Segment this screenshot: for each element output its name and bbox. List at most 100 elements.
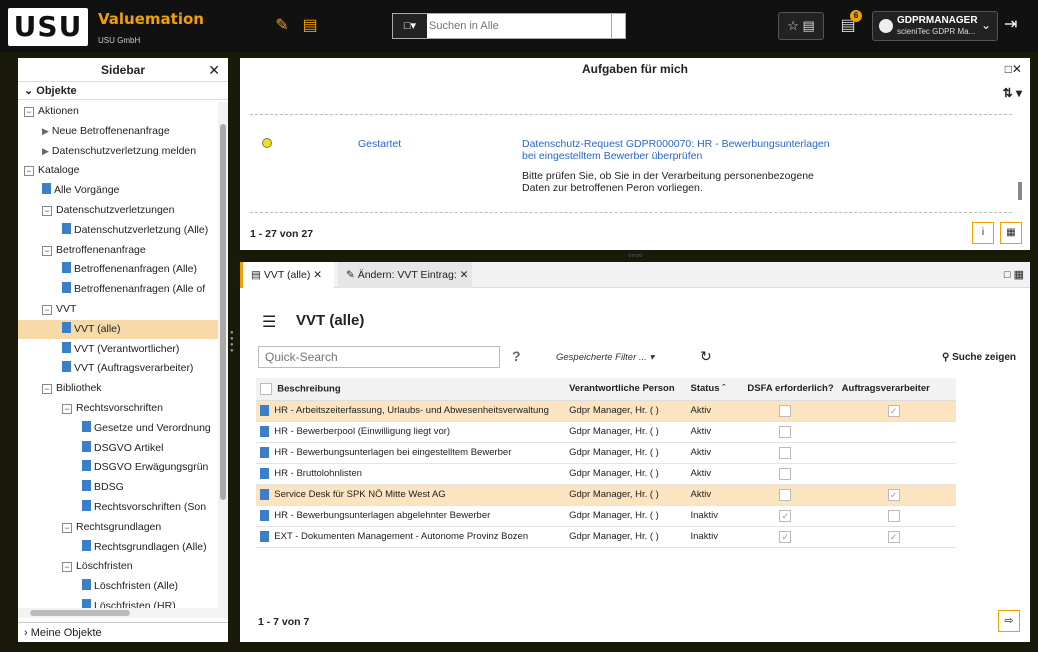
dsfa-checkbox[interactable]: ✓	[779, 530, 792, 543]
sidebar-item[interactable]: Löschfristen (Alle)	[18, 577, 218, 596]
collapse-icon[interactable]: −	[24, 107, 34, 117]
dsfa-checkbox[interactable]	[779, 488, 792, 501]
sidebar-item[interactable]: Gesetze und Verordnung	[18, 419, 218, 438]
sidebar-item[interactable]: − Rechtsvorschriften	[18, 399, 218, 418]
cell-person[interactable]: Gdpr Manager, Hr. ( )	[565, 526, 687, 548]
sidebar-splitter[interactable]: ● ● ● ●	[230, 330, 236, 360]
dsfa-checkbox[interactable]: ✓	[779, 509, 792, 522]
info-button[interactable]: i	[972, 222, 994, 244]
logout-icon[interactable]: ⇥	[1004, 14, 1017, 34]
sidebar-item[interactable]: − Kataloge	[18, 161, 218, 180]
cell-status[interactable]: Aktiv	[686, 463, 744, 485]
cell-person[interactable]: Gdpr Manager, Hr. ( )	[565, 442, 687, 464]
sidebar-item[interactable]: Rechtsgrundlagen (Alle)	[18, 538, 218, 557]
cell-beschreibung[interactable]: HR - Bewerbungsunterlagen abgelehnter Be…	[256, 505, 566, 527]
search-button[interactable]	[611, 14, 625, 38]
cell-person[interactable]: Gdpr Manager, Hr. ( )	[565, 421, 687, 443]
dashboard-icon[interactable]: ✎	[272, 16, 292, 36]
dsfa-checkbox[interactable]	[779, 467, 792, 480]
av-checkbox[interactable]	[887, 509, 900, 522]
sidebar-item[interactable]: Betroffenenanfragen (Alle)	[18, 260, 218, 279]
cell-status[interactable]: Aktiv	[686, 484, 744, 506]
sidebar-item[interactable]: DSGVO Artikel	[18, 439, 218, 458]
cell-av[interactable]: ✓	[837, 526, 956, 548]
tab-vvt-alle[interactable]: ▤ VVT (alle) ✕	[240, 262, 334, 288]
col-status[interactable]: Status ˆ	[686, 378, 744, 401]
cell-dsfa[interactable]: ✓	[743, 505, 838, 527]
av-checkbox[interactable]: ✓	[887, 404, 900, 417]
collapse-icon[interactable]: −	[42, 245, 52, 256]
collapse-icon[interactable]: −	[62, 522, 72, 533]
dsfa-checkbox[interactable]	[779, 404, 792, 417]
sidebar-item[interactable]: Rechtsvorschriften (Son	[18, 498, 218, 517]
sidebar-item[interactable]: − Datenschutzverletzungen	[18, 201, 218, 220]
close-icon[interactable]: ✕	[208, 58, 220, 82]
cell-av[interactable]: ✓	[837, 484, 956, 506]
sidebar-item[interactable]: − Rechtsgrundlagen	[18, 518, 218, 537]
user-menu[interactable]: GDPRMANAGER scieniTec GDPR Ma... ⌄	[872, 11, 998, 41]
cell-status[interactable]: Aktiv	[686, 421, 744, 443]
tasks-scroll-thumb[interactable]	[1018, 182, 1022, 200]
menu-icon[interactable]: ☰	[262, 312, 276, 332]
cell-dsfa[interactable]	[743, 421, 838, 443]
sidebar-item[interactable]: − Aktionen	[18, 102, 218, 121]
collapse-icon[interactable]: −	[42, 384, 52, 395]
cell-beschreibung[interactable]: HR - Bewerbungsunterlagen bei eingestell…	[256, 442, 566, 464]
cell-beschreibung[interactable]: Service Desk für SPK NÖ Mitte West AG	[256, 484, 566, 506]
sidebar-section-objekte[interactable]: ⌄ Objekte	[18, 82, 228, 100]
collapse-icon[interactable]: −	[24, 166, 34, 177]
av-checkbox[interactable]: ✓	[887, 488, 900, 501]
table-row[interactable]: HR - Bruttolohnlisten Gdpr Manager, Hr. (…	[256, 463, 956, 485]
dsfa-checkbox[interactable]	[779, 446, 792, 459]
sidebar-item[interactable]: − Bibliothek	[18, 379, 218, 398]
table-row[interactable]: HR - Bewerberpool (Einwilligung liegt vo…	[256, 421, 956, 443]
favorites-button[interactable]: ☆ ▤	[778, 12, 824, 40]
sidebar-item[interactable]: VVT (Verantwortlicher)	[18, 340, 218, 359]
reports-icon[interactable]: ▤	[300, 16, 320, 36]
cell-dsfa[interactable]	[743, 442, 838, 464]
av-checkbox[interactable]: ✓	[887, 530, 900, 543]
sidebar-item[interactable]: VVT (Auftragsverarbeiter)	[18, 359, 218, 378]
col-beschreibung[interactable]: Beschreibung	[256, 378, 566, 401]
sidebar-item[interactable]: BDSG	[18, 478, 218, 497]
cell-av[interactable]	[837, 421, 956, 443]
table-row[interactable]: HR - Bewerbungsunterlagen bei eingestell…	[256, 442, 956, 464]
cell-dsfa[interactable]	[743, 463, 838, 485]
cell-person[interactable]: Gdpr Manager, Hr. ( )	[565, 484, 687, 506]
sidebar-item[interactable]: DSGVO Erwägungsgrün	[18, 458, 218, 477]
sidebar-item[interactable]: ▶ Datenschutzverletzung melden	[18, 142, 218, 161]
collapse-icon[interactable]: −	[62, 562, 72, 573]
window-controls[interactable]: □ ▦	[1004, 268, 1024, 281]
search-show-button[interactable]: ⚲ Suche zeigen	[942, 352, 1016, 363]
sidebar-item[interactable]: − Betroffenenanfrage	[18, 241, 218, 260]
sidebar-item[interactable]: Datenschutzverletzung (Alle)	[18, 221, 218, 240]
sidebar-item[interactable]: − VVT	[18, 300, 218, 319]
tab-aendern[interactable]: ✎ Ändern: VVT Eintrag: ✕	[338, 262, 472, 288]
table-row[interactable]: EXT - Dokumenten Management - Autonome P…	[256, 526, 956, 548]
cell-person[interactable]: Gdpr Manager, Hr. ( )	[565, 400, 687, 422]
sidebar-item[interactable]: Alle Vorgänge	[18, 181, 218, 200]
sidebar-item[interactable]: VVT (alle)	[18, 319, 218, 339]
sidebar-footer[interactable]: › Meine Objekte	[18, 622, 228, 642]
cell-beschreibung[interactable]: EXT - Dokumenten Management - Autonome P…	[256, 526, 566, 548]
task-link[interactable]: Datenschutz-Request GDPR000070: HR - Bew…	[522, 138, 832, 162]
cell-beschreibung[interactable]: HR - Bewerberpool (Einwilligung liegt vo…	[256, 421, 566, 443]
quick-search-input[interactable]	[258, 346, 500, 368]
refresh-icon[interactable]: ↻	[700, 348, 712, 365]
table-row[interactable]: HR - Bewerbungsunterlagen abgelehnter Be…	[256, 505, 956, 527]
cell-beschreibung[interactable]: HR - Arbeitszeiterfassung, Urlaubs- und …	[256, 400, 566, 422]
col-person[interactable]: Verantwortliche Person	[565, 378, 687, 401]
cell-av[interactable]	[837, 505, 956, 527]
tasks-scrollbar[interactable]	[1014, 118, 1024, 208]
usu-logo[interactable]: USU	[8, 8, 88, 46]
sidebar-item[interactable]: − Löschfristen	[18, 557, 218, 576]
cell-beschreibung[interactable]: HR - Bruttolohnlisten	[256, 463, 566, 485]
sidebar-hscroll-thumb[interactable]	[30, 610, 130, 616]
collapse-icon[interactable]: −	[42, 206, 52, 216]
select-all-checkbox[interactable]	[260, 382, 272, 395]
cell-dsfa[interactable]	[743, 400, 838, 422]
search-scope-select[interactable]: □▾	[393, 14, 427, 38]
export-button[interactable]: ⇨	[998, 610, 1020, 632]
sort-icon[interactable]: ⇅ ▾	[1003, 86, 1022, 100]
cell-status[interactable]: Inaktiv	[686, 505, 744, 527]
